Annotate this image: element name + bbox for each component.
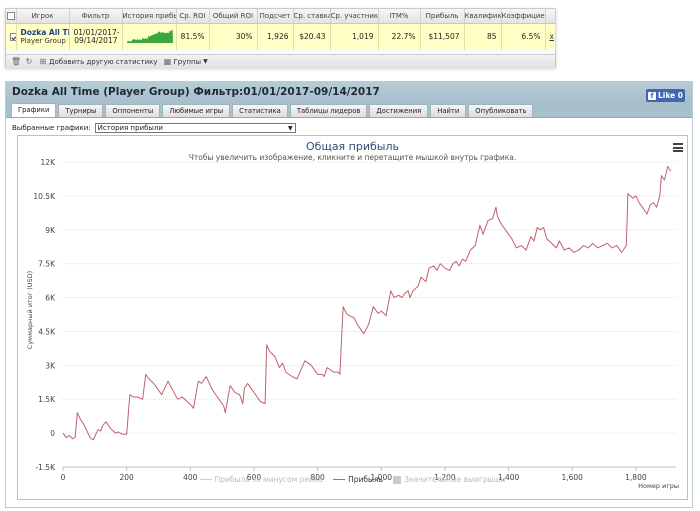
legend-label: Прибыль за минусом рейка	[214, 475, 324, 484]
profit-sparkline	[126, 28, 173, 43]
add-column-icon: ⊞	[39, 56, 47, 66]
tab-tournaments[interactable]: Турниры	[58, 104, 104, 117]
filter-end: 09/14/2017	[74, 35, 118, 45]
coefficient-cell: 6.5%	[501, 23, 546, 50]
y-tick-label: 7.5K	[38, 260, 56, 269]
panel-title: Dozka All Time (Player Group) Фильтр:01/…	[12, 86, 380, 98]
facebook-icon: f	[647, 91, 656, 100]
chart-legend: Прибыль за минусом рейка Прибыль Значите…	[18, 475, 687, 484]
legend-swatch	[333, 479, 346, 480]
chart-selector-label: Выбранные графики:	[12, 124, 91, 132]
row-checkbox[interactable]	[10, 33, 15, 42]
y-tick-label: 3K	[45, 361, 56, 370]
profit-sparkline-cell	[122, 23, 177, 50]
player-name-link[interactable]: Dozka All Time	[21, 28, 69, 37]
tab-leaderboards[interactable]: Таблицы лидеров	[289, 104, 368, 117]
legend-label: Значительные выигрыши	[404, 475, 506, 484]
add-stats-button[interactable]: ⊞ Добавить другую статистику	[39, 56, 158, 66]
y-tick-label: 9K	[45, 226, 56, 235]
y-tick-label: 10.5K	[33, 192, 56, 201]
add-stats-label: Добавить другую статистику	[49, 57, 158, 66]
chart-plot: -1.5K01.5K3K4.5K6K7.5K9K10.5K12K0 200 400 6…	[33, 158, 676, 482]
legend-item-rake[interactable]: Прибыль за минусом рейка	[199, 475, 324, 484]
header-count[interactable]: Подсчет	[257, 9, 294, 24]
header-player[interactable]: Игрок	[16, 9, 70, 24]
like-label: Like 0	[657, 91, 684, 100]
legend-swatch	[199, 479, 212, 480]
legend-item-big-wins[interactable]: Значительные выигрыши	[393, 475, 505, 484]
profit-chart[interactable]: Общая прибыль Чтобы увеличить изображени…	[17, 135, 688, 500]
row-checkbox-cell[interactable]	[6, 23, 17, 50]
tab-achievements[interactable]: Достижения	[369, 104, 429, 117]
filter-cell: 01/01/2017- 09/14/2017	[69, 23, 123, 50]
refresh-icon[interactable]: ↻	[25, 57, 33, 66]
header-avg-roi[interactable]: Ср. ROI	[176, 9, 210, 24]
count-cell: 1,926	[257, 23, 294, 50]
header-itm[interactable]: ITM%	[378, 9, 421, 24]
header-total-roi[interactable]: Общий ROI	[209, 9, 258, 24]
total-roi-cell: 30%	[209, 23, 258, 50]
stats-table: Игрок Фильтр История прибыли Ср. ROI Общ…	[6, 9, 556, 50]
tab-statistics[interactable]: Статистика	[232, 104, 288, 117]
tab-opponents[interactable]: Оппоненты	[105, 104, 161, 117]
groups-dropdown[interactable]: ▦ Группы ▼	[163, 56, 208, 66]
qualif-cell: 85	[464, 23, 502, 50]
header-coefficient[interactable]: Коэффициент	[501, 9, 546, 24]
chart-select[interactable]: История прибыли	[94, 123, 296, 133]
player-panel: Dozka All Time (Player Group) Фильтр:01/…	[5, 81, 693, 508]
chart-selector-row: Выбранные графики: История прибыли	[12, 123, 296, 133]
panel-tabs: Графики Турниры Оппоненты Любимые игры С…	[6, 102, 692, 118]
tab-favorite-games[interactable]: Любимые игры	[162, 104, 231, 117]
y-tick-label: -1.5K	[35, 463, 56, 472]
header-select-all[interactable]	[6, 9, 17, 24]
header-avg-entrants[interactable]: Ср. участник	[330, 9, 379, 24]
trash-icon[interactable]: 🗑	[11, 57, 21, 66]
header-profit[interactable]: Прибыль	[420, 9, 465, 24]
groups-icon: ▦	[163, 56, 172, 66]
legend-label: Прибыль	[348, 475, 384, 484]
select-all-checkbox[interactable]	[6, 11, 15, 20]
player-type: Player Group	[20, 36, 66, 45]
remove-row-button[interactable]: x	[545, 23, 556, 50]
header-qualif[interactable]: Квалифик.	[464, 9, 502, 24]
tab-charts[interactable]: Графики	[11, 103, 57, 117]
y-tick-label: 0	[50, 429, 55, 438]
avg-stake-cell: $20.43	[293, 23, 331, 50]
avg-entrants-cell: 1,019	[330, 23, 379, 50]
legend-swatch	[393, 475, 402, 484]
header-profit-history[interactable]: История прибыли	[122, 9, 177, 24]
stats-table-widget: Игрок Фильтр История прибыли Ср. ROI Общ…	[5, 8, 556, 68]
table-row: Dozka All Time Player Group 01/01/2017- …	[6, 23, 556, 50]
header-filter[interactable]: Фильтр	[69, 9, 123, 24]
groups-label: Группы	[173, 57, 202, 66]
stats-header-row: Игрок Фильтр История прибыли Ср. ROI Общ…	[6, 9, 556, 24]
x-axis-label: Номер игры	[638, 482, 679, 490]
player-cell: Dozka All Time Player Group	[16, 23, 70, 50]
tab-find[interactable]: Найти	[430, 104, 467, 117]
profit-cell: $11,507	[420, 23, 465, 50]
tab-publish[interactable]: Опубликовать	[468, 104, 534, 117]
header-avg-stake[interactable]: Ср. ставка	[293, 9, 331, 24]
y-tick-label: 4.5K	[38, 327, 56, 336]
y-tick-label: 12K	[41, 158, 57, 167]
header-remove	[545, 9, 556, 24]
avg-roi-cell: 81.5%	[176, 23, 210, 50]
legend-item-profit[interactable]: Прибыль	[333, 475, 383, 484]
y-tick-label: 1.5K	[38, 395, 56, 404]
itm-cell: 22.7%	[378, 23, 421, 50]
facebook-like-button[interactable]: f Like 0	[646, 89, 685, 102]
panel-header: Dozka All Time (Player Group) Фильтр:01/…	[6, 82, 692, 102]
stats-toolbar: 🗑 ↻ ⊞ Добавить другую статистику ▦ Групп…	[6, 54, 555, 68]
y-tick-label: 6K	[45, 294, 56, 303]
chevron-down-icon: ▼	[203, 58, 208, 65]
sparkline-area	[126, 28, 173, 43]
